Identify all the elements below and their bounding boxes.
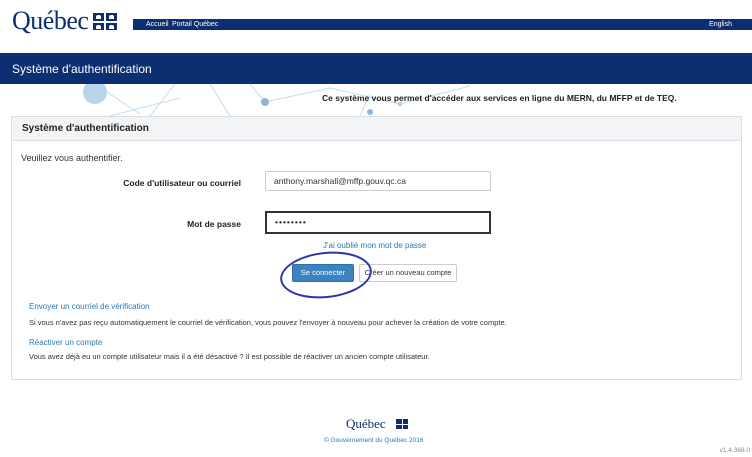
create-account-button[interactable]: Créer un nouveau compte xyxy=(359,264,457,282)
version-label: v1.4.368.0 xyxy=(719,447,750,454)
send-verification-email-link[interactable]: Envoyer un courriel de vérification xyxy=(29,302,150,311)
login-panel-header: Système d'authentification xyxy=(12,117,741,141)
fleur-de-lis-flag-icon xyxy=(93,13,117,30)
top-nav-bar: Accueil Portail Québec English xyxy=(133,19,752,30)
service-tagline: Ce système vous permet d'accéder aux ser… xyxy=(322,93,677,103)
username-input[interactable]: anthony.marshall@mffp.gouv.qc.ca xyxy=(265,171,491,191)
password-label: Mot de passe xyxy=(187,219,241,229)
page-title-bar: Système d'authentification xyxy=(0,53,752,84)
login-instructions: Veuillez vous authentifier. xyxy=(21,153,123,163)
reactivate-description: Vous avez déjà eu un compte utilisateur … xyxy=(29,352,430,361)
nav-link-portail-quebec[interactable]: Portail Québec xyxy=(172,19,218,30)
nav-link-english[interactable]: English xyxy=(709,19,732,30)
forgot-password-link[interactable]: J'ai oublié mon mot de passe xyxy=(323,241,426,250)
username-label: Code d'utilisateur ou courriel xyxy=(123,178,241,188)
copyright-link[interactable]: © Gouvernement du Québec 2016 xyxy=(324,437,423,444)
verification-description: Si vous n'avez pas reçu automatiquement … xyxy=(29,318,507,327)
top-header: Québec Accueil Portail Québec English xyxy=(0,0,752,36)
footer-fleur-de-lis-icon xyxy=(396,419,408,429)
login-panel-title: Système d'authentification xyxy=(22,123,149,134)
reactivate-account-link[interactable]: Réactiver un compte xyxy=(29,338,102,347)
quebec-logo[interactable]: Québec xyxy=(12,6,89,36)
page-title: Système d'authentification xyxy=(12,62,152,76)
password-input[interactable]: •••••••• xyxy=(265,211,491,234)
footer-quebec-logo: Québec xyxy=(346,416,386,431)
nav-link-accueil[interactable]: Accueil xyxy=(146,19,169,30)
login-button[interactable]: Se connecter xyxy=(292,264,354,282)
